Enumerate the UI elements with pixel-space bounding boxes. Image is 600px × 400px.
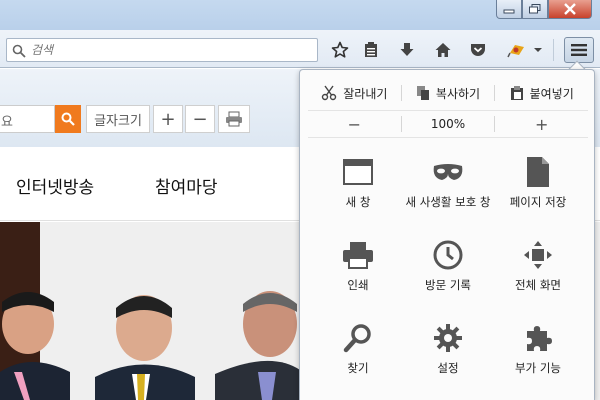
settings-button[interactable]: 설정 (403, 319, 493, 397)
zoom-out-button[interactable]: − (308, 111, 401, 137)
open-menu-button[interactable] (564, 37, 594, 63)
home-icon (435, 43, 451, 57)
hamburger-menu-icon (571, 44, 587, 56)
app-menu-panel: 잘라내기 복사하기 붙여넣기 − 100% + 새 창 새 사생활 보호 창 페… (299, 69, 595, 400)
print-label: 인쇄 (347, 278, 369, 292)
save-page-label: 페이지 저장 (509, 195, 567, 209)
nav-participation[interactable]: 참여마당 (155, 173, 218, 198)
history-button[interactable]: 방문 기록 (403, 236, 493, 314)
edit-controls: 잘라내기 복사하기 붙여넣기 (308, 80, 588, 106)
save-page-icon (527, 157, 549, 187)
font-increase-button[interactable]: + (153, 105, 183, 133)
paste-button[interactable]: 붙여넣기 (495, 80, 588, 106)
pocket-icon (471, 44, 485, 56)
new-window-icon (343, 159, 373, 185)
paste-icon (510, 86, 523, 100)
fullscreen-button[interactable]: 전체 화면 (493, 236, 583, 314)
downloads-button[interactable] (396, 39, 418, 61)
save-page-button[interactable]: 페이지 저장 (493, 153, 583, 231)
site-search-button[interactable] (55, 105, 81, 133)
maximize-button[interactable] (522, 0, 548, 19)
private-mask-icon (433, 164, 463, 180)
settings-gear-icon (434, 324, 462, 352)
cut-label: 잘라내기 (343, 86, 388, 101)
addons-puzzle-icon (527, 326, 552, 351)
scissors-icon (322, 85, 337, 101)
extension-button[interactable] (506, 39, 528, 61)
search-icon (12, 44, 26, 58)
close-icon (564, 3, 576, 15)
fullscreen-icon (524, 241, 552, 269)
download-arrow-icon (400, 43, 414, 56)
paste-label: 붙여넣기 (529, 86, 574, 101)
fullscreen-label: 전체 화면 (515, 278, 561, 292)
extension-dropdown-button[interactable] (531, 39, 545, 61)
search-input[interactable] (31, 41, 311, 59)
bookmarks-menu-button[interactable] (360, 39, 382, 61)
find-label: 찾기 (347, 361, 369, 375)
find-button[interactable]: 찾기 (313, 319, 403, 397)
zoom-controls: − 100% + (308, 110, 588, 138)
addons-button[interactable]: 부가 기능 (493, 319, 583, 397)
copy-icon (416, 86, 429, 100)
printer-icon (343, 242, 373, 269)
toolbar-separator (553, 39, 554, 61)
printer-icon (226, 111, 242, 127)
minimize-button[interactable] (496, 0, 522, 19)
chevron-down-icon (534, 48, 542, 52)
bookmark-star-button[interactable] (329, 39, 351, 61)
pocket-button[interactable] (467, 39, 489, 61)
font-size-label: 글자크기 (86, 105, 150, 133)
settings-label: 설정 (437, 361, 459, 375)
minimize-icon (503, 9, 515, 14)
home-button[interactable] (432, 39, 454, 61)
nav-internet-broadcast[interactable]: 인터넷방송 (16, 173, 94, 198)
print-button[interactable]: 인쇄 (313, 236, 403, 314)
addons-label: 부가 기능 (515, 361, 561, 375)
cut-button[interactable]: 잘라내기 (308, 80, 401, 106)
font-decrease-button[interactable]: − (185, 105, 215, 133)
search-icon (61, 112, 75, 126)
site-search-input[interactable]: 요 (0, 105, 55, 133)
copy-label: 복사하기 (435, 86, 481, 101)
search-box[interactable] (6, 38, 318, 62)
extension-logo-icon (507, 45, 524, 58)
copy-button[interactable]: 복사하기 (402, 80, 495, 106)
zoom-in-button[interactable]: + (495, 111, 588, 137)
title-bar (0, 0, 600, 30)
new-private-window-label: 새 사생활 보호 창 (405, 195, 491, 209)
restore-icon (529, 4, 541, 14)
new-window-label: 새 창 (345, 195, 371, 209)
find-icon (343, 324, 371, 353)
zoom-reset-button[interactable]: 100% (402, 111, 495, 137)
new-window-button[interactable]: 새 창 (313, 153, 403, 231)
star-icon (331, 41, 349, 58)
window-controls (496, 0, 592, 20)
print-page-button[interactable] (218, 105, 250, 133)
navigation-toolbar (0, 30, 600, 68)
history-label: 방문 기록 (425, 278, 471, 292)
bookmarks-list-icon (365, 42, 377, 57)
close-button[interactable] (548, 0, 592, 19)
new-private-window-button[interactable]: 새 사생활 보호 창 (403, 153, 493, 231)
history-clock-icon (433, 240, 463, 270)
